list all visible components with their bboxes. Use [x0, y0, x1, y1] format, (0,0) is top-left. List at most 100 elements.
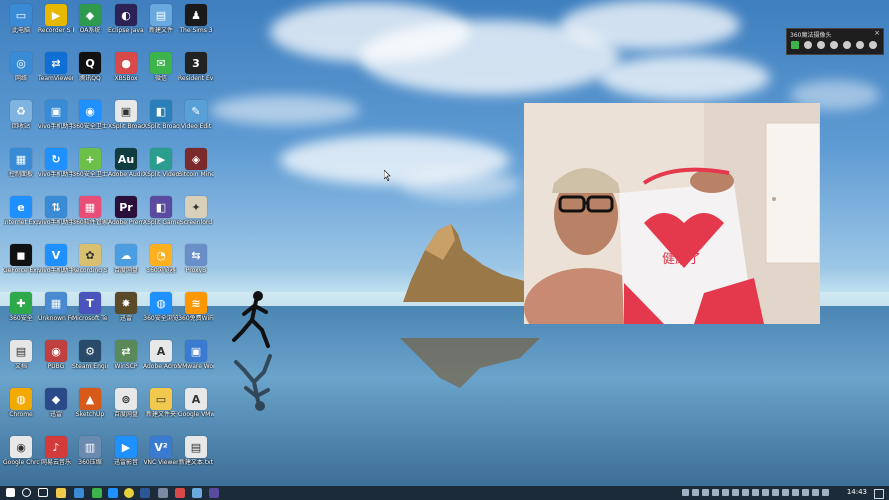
taskbar-clock[interactable]: 14:43 [847, 488, 867, 496]
taskbar-app-explorer-icon[interactable] [56, 488, 66, 498]
desktop-icon[interactable]: ◉ 360安全卫士 [72, 100, 108, 130]
desktop-icon[interactable]: ✉ 微信 [143, 52, 179, 82]
tray-icon[interactable] [732, 489, 739, 496]
tray-icon[interactable] [802, 489, 809, 496]
desktop-icon[interactable]: ♪ 网易云音乐 [38, 436, 74, 466]
desktop-icon[interactable]: eInternet Explorer [3, 196, 39, 226]
desktop-icon[interactable]: ⇆ ProxyB [178, 244, 214, 274]
desktop-icon[interactable]: ⇅ vivo手机助手 [38, 196, 74, 226]
desktop-icon[interactable]: ◈ Bitcoin Miner [178, 148, 214, 178]
desktop-icon[interactable]: ▲ SketchUp [72, 388, 108, 418]
tray-icon[interactable] [702, 489, 709, 496]
desktop-icon[interactable]: ▶ 迅雷影音 [108, 436, 144, 466]
desktop-icon[interactable]: ◧XSplit Broadcaster [143, 100, 179, 130]
desktop-icon[interactable]: AGoogle VMware [178, 388, 214, 418]
desktop-icon[interactable]: ▭ 此电脑 [3, 4, 39, 34]
desktop-icon[interactable]: ◐Eclipse Java 2018-09 [108, 4, 144, 34]
desktop-icon[interactable]: ◉ PUBG [38, 340, 74, 370]
desktop-icon[interactable]: ◍ Chrome [3, 388, 39, 418]
desktop-icon[interactable]: ◔ 360浏览器 [143, 244, 179, 274]
desktop-icon[interactable]: ✦ Screenlord [178, 196, 214, 226]
tray-icon[interactable] [692, 489, 699, 496]
taskbar-app-icon[interactable] [175, 488, 185, 498]
desktop-icon[interactable]: V² VNC Viewer [143, 436, 179, 466]
taskbar-app-word-icon[interactable] [140, 488, 150, 498]
desktop-icon[interactable]: 3Resident Evil 3 [178, 52, 214, 82]
desktop-icon[interactable]: ▭ 新建文件夹 [143, 388, 179, 418]
desktop-icon[interactable]: AuAdobe Audition [108, 148, 144, 178]
desktop[interactable]: ▭此电脑▶Recorder S Player◆OA系统◐Eclipse Java… [0, 0, 889, 486]
tray-icon[interactable] [682, 489, 689, 496]
desktop-icon[interactable]: ▤ 新建文件 [143, 4, 179, 34]
tray-icon[interactable] [772, 489, 779, 496]
windows-start-icon[interactable] [6, 488, 15, 497]
desktop-icon[interactable]: +360安全卫士 [72, 148, 108, 178]
screen-icon[interactable] [843, 41, 851, 49]
desktop-icon[interactable]: ✚ 360安全 [3, 292, 39, 322]
tray-icon[interactable] [792, 489, 799, 496]
desktop-icon[interactable]: ≋ 360免费WiFi [178, 292, 214, 322]
webcam-preview[interactable]: 健康了 [524, 103, 820, 324]
desktop-icon[interactable]: ▦Unknown Folder [38, 292, 74, 322]
zoom-icon[interactable] [830, 41, 838, 49]
desktop-icon[interactable]: ◍ 360安全浏览 [143, 292, 179, 322]
tray-icon[interactable] [752, 489, 759, 496]
desktop-icon[interactable]: AAdobe Acrobat [143, 340, 179, 370]
desktop-icon[interactable]: PrAdobe Premiere [108, 196, 144, 226]
tray-icon[interactable] [712, 489, 719, 496]
taskbar-app-chrome-icon[interactable] [124, 488, 134, 498]
task-view-icon[interactable] [38, 488, 48, 497]
desktop-icon[interactable]: TMicrosoft Teams [72, 292, 108, 322]
desktop-icon[interactable]: ▥ 360压缩 [72, 436, 108, 466]
emoji-icon[interactable] [804, 41, 812, 49]
tray-icon[interactable] [782, 489, 789, 496]
desktop-icon[interactable]: ▦ 控制面板 [3, 148, 39, 178]
desktop-icon[interactable]: ▣VMware Workstation [178, 340, 214, 370]
desktop-icon[interactable]: ✎ Video Edit [178, 100, 214, 130]
desktop-icon[interactable]: ● XBSBox [108, 52, 144, 82]
pause-icon[interactable] [791, 41, 799, 49]
desktop-icon[interactable]: ◎ 网络 [3, 52, 39, 82]
desktop-icon[interactable]: ↻ vivo手机助手 [38, 148, 74, 178]
desktop-icon[interactable]: ◆ OA系统 [72, 4, 108, 34]
taskbar-app-icon[interactable] [192, 488, 202, 498]
tray-icon[interactable] [762, 489, 769, 496]
desktop-icon[interactable]: ◉Google Chrome [3, 436, 39, 466]
taskbar-app-icon[interactable] [108, 488, 118, 498]
settings-icon[interactable] [869, 41, 877, 49]
desktop-icon[interactable]: ▤ 新建文本.txt [178, 436, 214, 466]
desktop-icon[interactable]: ▤ 文档 [3, 340, 39, 370]
close-icon[interactable]: × [874, 29, 880, 37]
desktop-icon[interactable]: ◼GeForce Experience [3, 244, 39, 274]
taskbar-app-icon[interactable] [209, 488, 219, 498]
desktop-icon[interactable]: ✿Recording Software [72, 244, 108, 274]
camera-icon[interactable] [856, 41, 864, 49]
desktop-icon[interactable]: ▶Recorder S Player [38, 4, 74, 34]
desktop-icon[interactable]: ▣XSplit Broadcaster [108, 100, 144, 130]
notification-icon[interactable] [874, 489, 884, 499]
taskbar-app-icon[interactable] [158, 488, 168, 498]
desktop-icon[interactable]: ◧XSplit Gamecaster [143, 196, 179, 226]
taskbar-app-wechat-icon[interactable] [92, 488, 102, 498]
tray-icon[interactable] [722, 489, 729, 496]
desktop-icon[interactable]: ☁ 百度网盘 [108, 244, 144, 274]
effect-icon[interactable] [817, 41, 825, 49]
desktop-icon[interactable]: ✸ 迅雷 [108, 292, 144, 322]
desktop-icon[interactable]: ⇄ TeamViewer [38, 52, 74, 82]
desktop-icon[interactable]: ▦ 360软件管家 [72, 196, 108, 226]
tray-icon[interactable] [822, 489, 829, 496]
tray-icon[interactable] [742, 489, 749, 496]
desktop-icon[interactable]: ◆ 迅雷 [38, 388, 74, 418]
desktop-icon[interactable]: ⚙Steam Engine [72, 340, 108, 370]
search-icon[interactable] [22, 488, 31, 497]
taskbar-app-icon[interactable] [74, 488, 84, 498]
desktop-icon[interactable]: ♟ The Sims 3 [178, 4, 214, 34]
desktop-icon[interactable]: ▶ XSplit Video [143, 148, 179, 178]
desktop-icon[interactable]: Q 腾讯QQ [72, 52, 108, 82]
webcam-toolbar[interactable]: 360魔法摄像头 × [786, 28, 884, 55]
desktop-icon[interactable]: ⇄ WinSCP [108, 340, 144, 370]
desktop-icon[interactable]: Vvivo手机助手 [38, 244, 74, 274]
desktop-icon[interactable]: ▣ vivo手机助手 [38, 100, 74, 130]
desktop-icon[interactable]: ⊚ 百度网盘 [108, 388, 144, 418]
desktop-icon[interactable]: ♻ 回收站 [3, 100, 39, 130]
